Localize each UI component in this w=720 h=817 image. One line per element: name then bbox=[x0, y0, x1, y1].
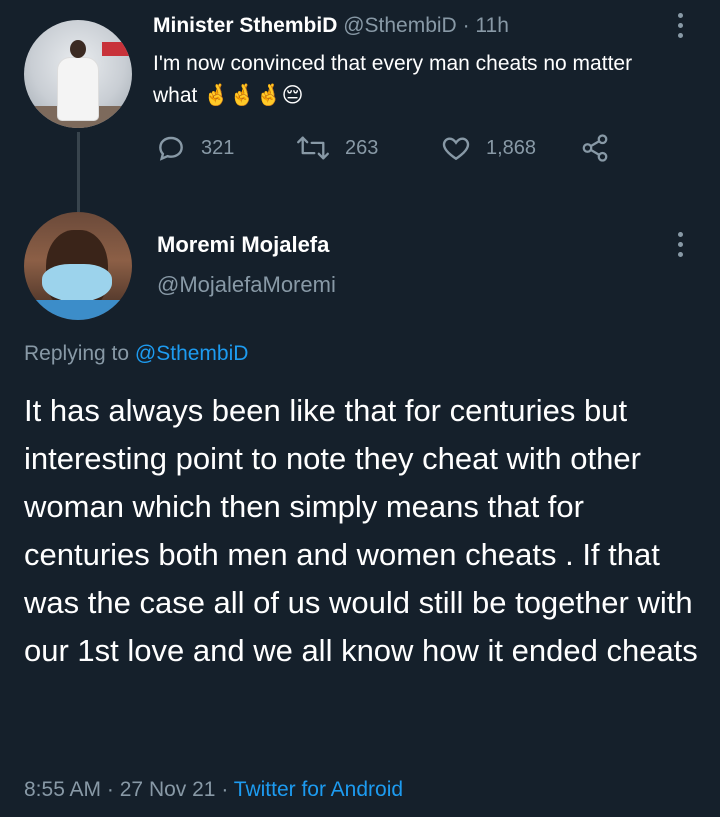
parent-author-name[interactable]: Minister SthembiD bbox=[153, 14, 337, 37]
meta-separator: · bbox=[106, 778, 114, 801]
like-button[interactable]: 1,868 bbox=[440, 130, 536, 166]
share-icon bbox=[580, 133, 610, 163]
header-separator: · bbox=[462, 14, 470, 37]
like-count: 1,868 bbox=[486, 136, 537, 159]
avatar-figure-body bbox=[58, 58, 98, 120]
reply-author-avatar[interactable] bbox=[24, 212, 132, 320]
replying-to-label: Replying to bbox=[24, 342, 130, 365]
reply-author-name[interactable]: Moremi Mojalefa bbox=[157, 232, 329, 258]
tweet-time[interactable]: 8:55 AM bbox=[24, 778, 101, 801]
parent-tweet-text: I'm now convinced that every man cheats … bbox=[153, 52, 633, 107]
tweet-meta-line: 8:55 AM · 27 Nov 21 · Twitter for Androi… bbox=[24, 778, 403, 802]
reply-icon bbox=[155, 132, 187, 164]
thread-connector-line bbox=[77, 132, 80, 212]
avatar-background-detail bbox=[102, 42, 132, 56]
parent-tweet-header: Minister SthembiD @SthembiD · 11h bbox=[153, 14, 509, 38]
parent-tweet-actions: 321 263 1,868 bbox=[155, 130, 635, 166]
reply-more-icon[interactable] bbox=[678, 232, 684, 262]
like-icon bbox=[440, 132, 472, 164]
reply-tweet-text: It has always been like that for centuri… bbox=[24, 393, 698, 668]
avatar-face-mask bbox=[42, 264, 112, 302]
parent-author-handle[interactable]: @SthembiD bbox=[343, 14, 457, 37]
tweet-source-link[interactable]: Twitter for Android bbox=[234, 778, 403, 801]
meta-separator: · bbox=[221, 778, 229, 801]
avatar-figure-head bbox=[70, 40, 86, 58]
tweet-date[interactable]: 27 Nov 21 bbox=[120, 778, 216, 801]
avatar-shirt bbox=[24, 300, 132, 320]
replying-to-handle-link[interactable]: @SthembiD bbox=[135, 342, 249, 365]
parent-more-icon[interactable] bbox=[678, 13, 684, 43]
reply-author-handle[interactable]: @MojalefaMoremi bbox=[157, 272, 336, 298]
retweet-button[interactable]: 263 bbox=[295, 130, 378, 166]
parent-author-avatar[interactable] bbox=[24, 20, 132, 128]
replying-to-line: Replying to @SthembiD bbox=[24, 342, 248, 366]
retweet-icon bbox=[295, 132, 331, 164]
reply-count: 321 bbox=[201, 136, 235, 159]
share-button[interactable] bbox=[580, 130, 610, 166]
parent-tweet-time[interactable]: 11h bbox=[475, 14, 508, 37]
retweet-count: 263 bbox=[345, 136, 379, 159]
reply-button[interactable]: 321 bbox=[155, 130, 234, 166]
